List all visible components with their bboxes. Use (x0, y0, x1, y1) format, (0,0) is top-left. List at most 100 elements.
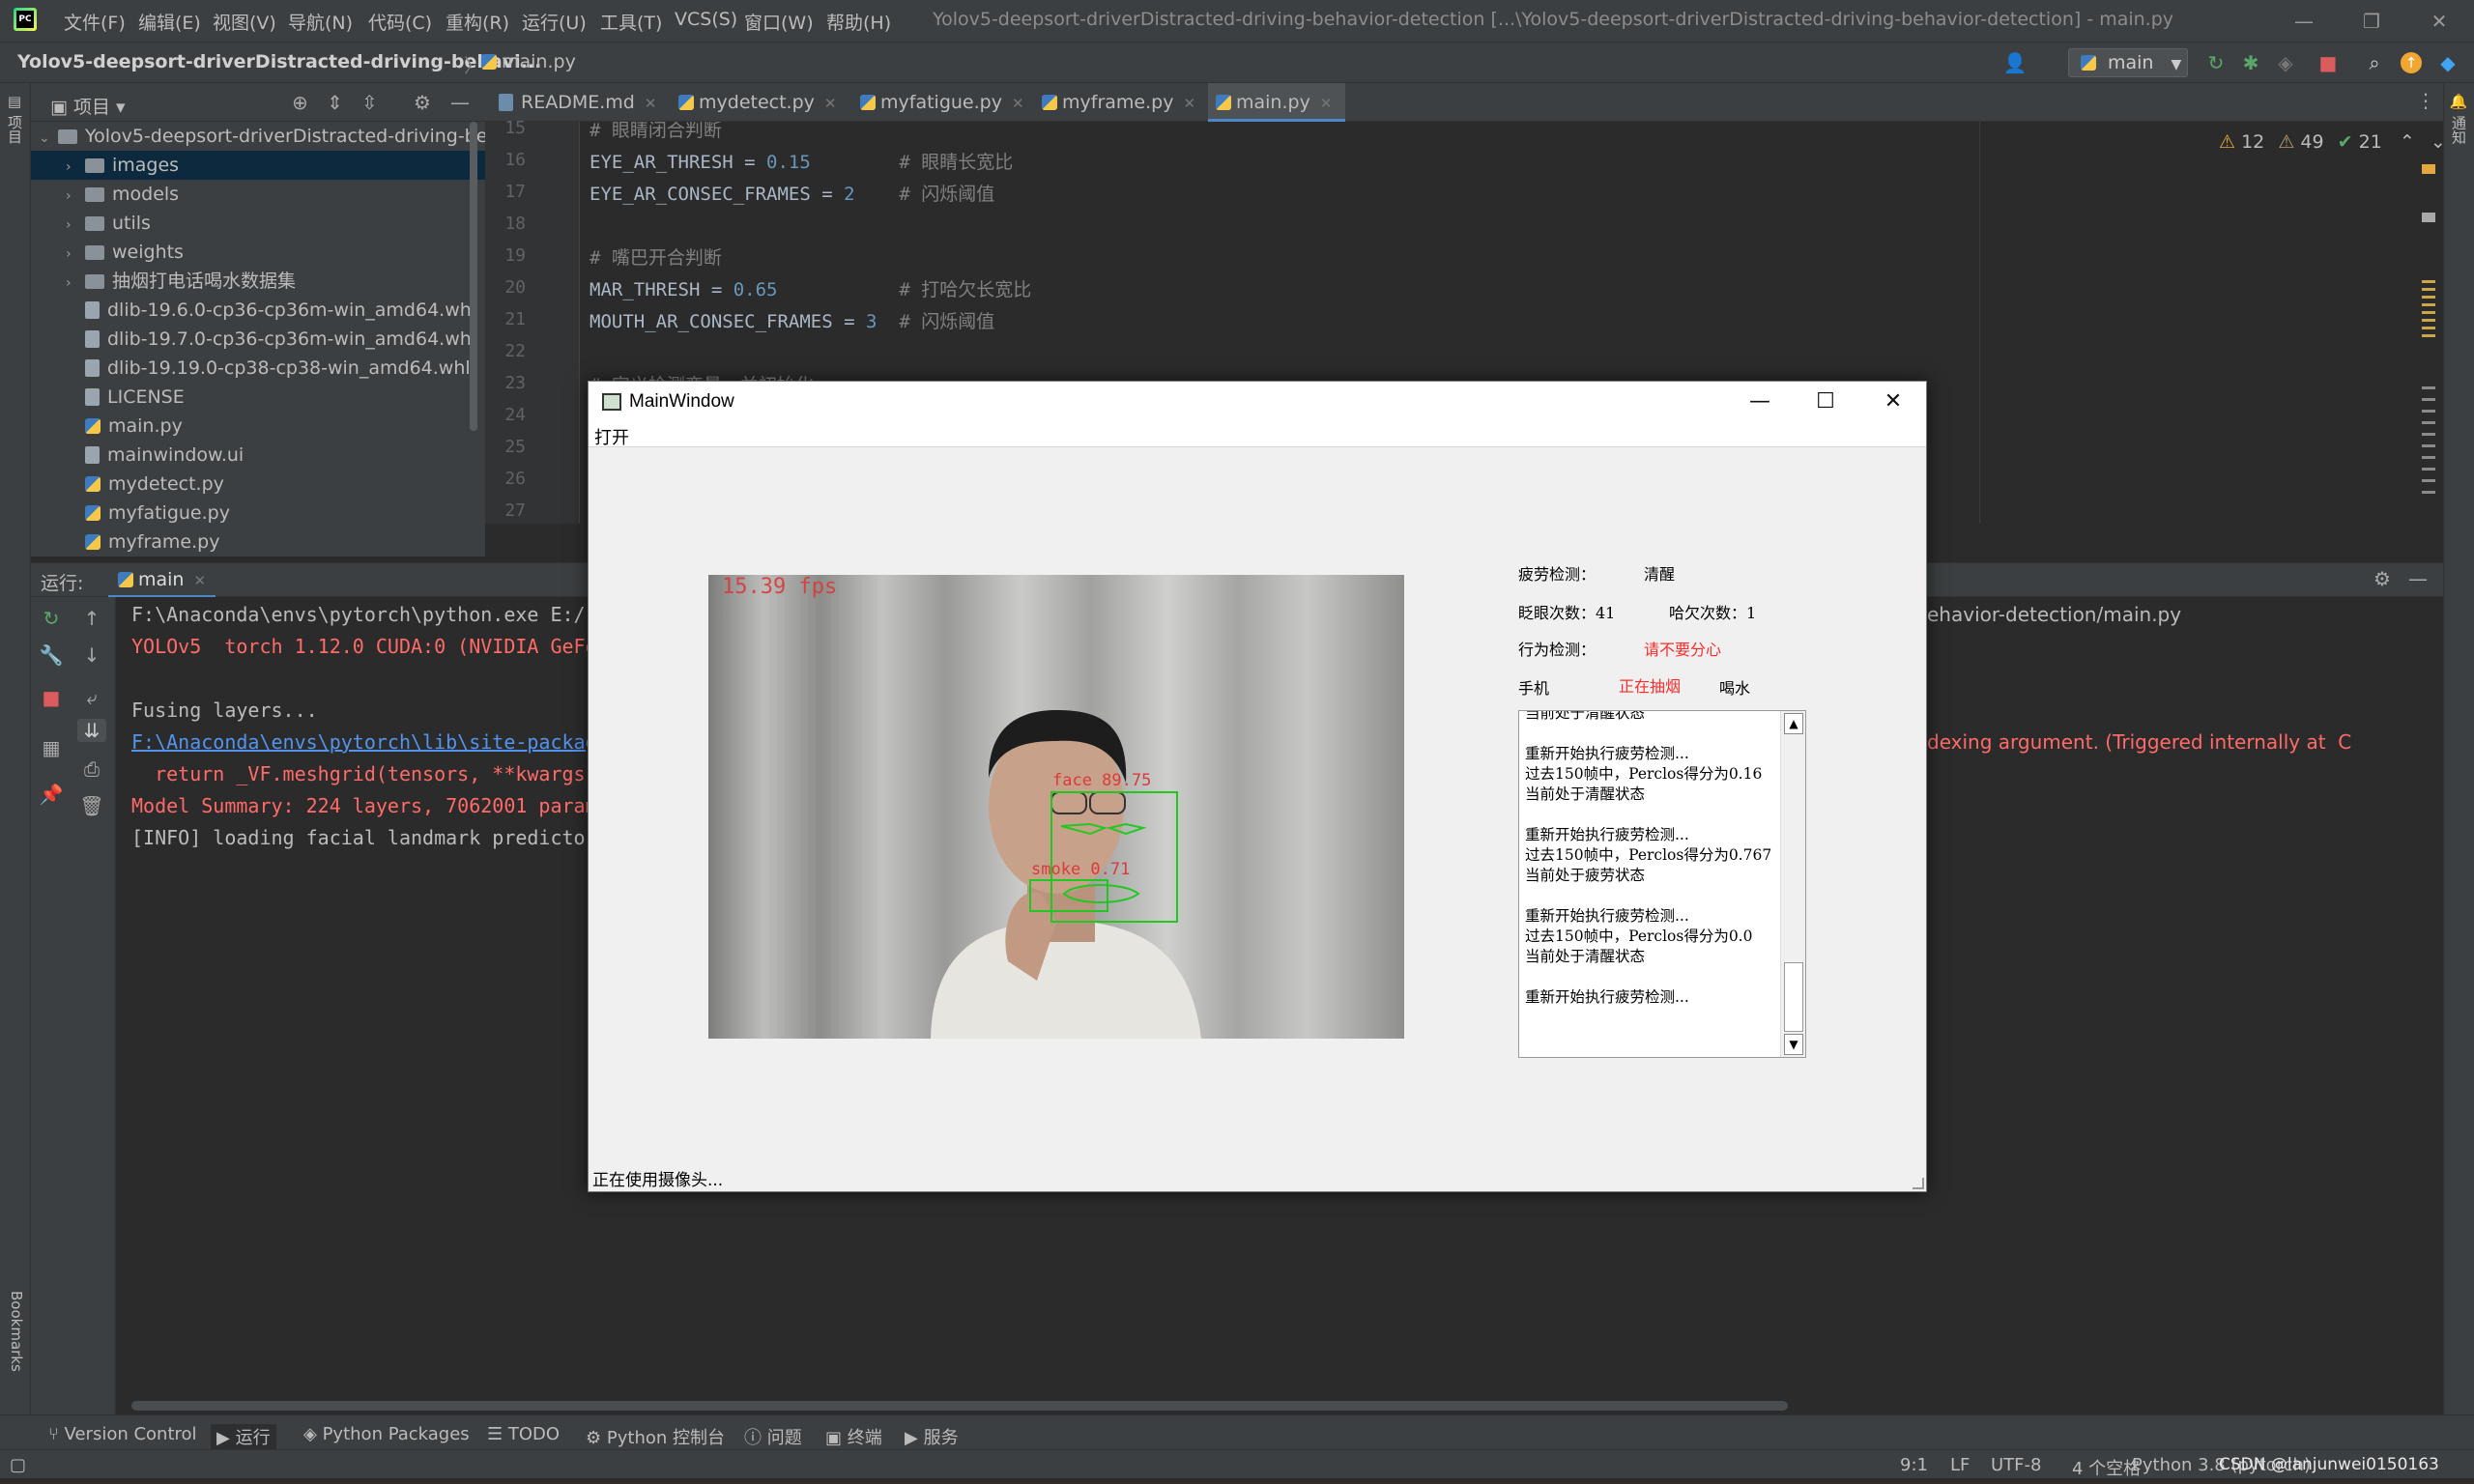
chevron-right-icon[interactable]: › (66, 153, 85, 182)
menu-view[interactable]: 视图(V) (213, 9, 276, 35)
line-separator[interactable]: LF (1950, 1455, 1970, 1475)
tree-item[interactable]: mainwindow.ui (31, 441, 485, 470)
close-tab-icon[interactable]: ✕ (1012, 95, 1024, 112)
tree-item[interactable]: › models (31, 180, 485, 209)
chevron-right-icon[interactable]: › (66, 269, 85, 298)
chevron-right-icon[interactable]: › (66, 182, 85, 211)
qt-titlebar[interactable]: MainWindow — ☐ ✕ (589, 382, 1926, 422)
tab-myframe[interactable]: myframe.py ✕ (1042, 83, 1206, 122)
close-tab-icon[interactable]: ✕ (193, 572, 206, 589)
tree-item[interactable]: myfatigue.py (31, 499, 485, 528)
tree-item[interactable]: dlib-19.19.0-cp38-cp38-win_amd64.whl (31, 354, 485, 383)
tree-scrollbar[interactable] (470, 122, 477, 431)
expand-all-icon[interactable]: ⇕ (327, 91, 343, 114)
chevron-up-icon[interactable]: ⌃ (2400, 131, 2415, 153)
menu-window[interactable]: 窗口(W) (744, 9, 814, 35)
tree-item[interactable]: main.py (31, 412, 485, 441)
console-hscrollbar[interactable] (131, 1401, 1788, 1411)
maximize-icon[interactable]: ☐ (1795, 385, 1856, 418)
todo-button[interactable]: ☰ TODO (487, 1424, 560, 1444)
menu-navigate[interactable]: 导航(N) (288, 9, 353, 35)
rerun-icon[interactable]: ↻ (37, 607, 66, 630)
tree-root[interactable]: ⌄ Yolov5-deepsort-driverDistracted-drivin… (31, 122, 485, 151)
user-icon[interactable]: 👤 (2002, 50, 2028, 75)
restore-icon[interactable]: ❐ (2352, 6, 2391, 37)
tab-readme[interactable]: README.md ✕ (499, 83, 675, 122)
scroll-thumb[interactable] (1784, 962, 1803, 1032)
error-stripe-mark[interactable] (2422, 164, 2435, 174)
tree-item[interactable]: myframe.py (31, 528, 485, 556)
tree-item[interactable]: › 抽烟打电话喝水数据集 (31, 267, 485, 296)
tab-myfatigue[interactable]: myfatigue.py ✕ (860, 83, 1040, 122)
update-icon[interactable]: ↑ (2401, 52, 2422, 73)
bookmarks-tool-button[interactable]: Bookmarks (6, 1291, 25, 1407)
search-icon[interactable]: ⌕ (2362, 50, 2387, 75)
more-tabs-icon[interactable]: ⋮ (2416, 89, 2435, 112)
minimize-icon[interactable]: — (1729, 385, 1791, 418)
stop-icon[interactable]: ■ (2316, 50, 2341, 75)
services-button[interactable]: ▶ 服务 (905, 1424, 959, 1449)
menu-help[interactable]: 帮助(H) (826, 9, 891, 35)
close-icon[interactable]: ✕ (1862, 385, 1924, 418)
close-tab-icon[interactable]: ✕ (1183, 95, 1195, 112)
breadcrumb-project[interactable]: Yolov5-deepsort-driverDistracted-driving… (17, 51, 541, 72)
menu-edit[interactable]: 编辑(E) (138, 9, 201, 35)
gear-icon[interactable]: ⚙ (414, 91, 431, 114)
stop-icon[interactable]: ■ (37, 686, 66, 709)
layout-toggle-icon[interactable]: ▢ (10, 1455, 26, 1475)
menu-refactor[interactable]: 重构(R) (446, 9, 509, 35)
menu-vcs[interactable]: VCS(S) (675, 9, 737, 30)
error-stripe-mark[interactable] (2422, 213, 2435, 222)
wrench-icon[interactable]: 🔧 (37, 643, 66, 667)
resize-grip-icon[interactable] (1913, 1178, 1924, 1189)
problems-button[interactable]: ⓘ 问题 (744, 1424, 802, 1449)
breadcrumb-file[interactable]: main.py (481, 51, 576, 72)
chevron-right-icon[interactable]: › (66, 211, 85, 240)
console-line[interactable]: F:\Anaconda\envs\pytorch\lib\site-packag (131, 730, 597, 754)
caret-position[interactable]: 9:1 (1900, 1455, 1928, 1475)
hide-panel-icon[interactable]: — (450, 91, 470, 114)
jetbrains-icon[interactable]: ◆ (2435, 50, 2460, 75)
tree-item[interactable]: LICENSE (31, 383, 485, 412)
menu-file[interactable]: 文件(F) (64, 9, 126, 35)
project-view-selector[interactable]: ▣ 项目 ▾ (50, 93, 126, 119)
file-encoding[interactable]: UTF-8 (1991, 1455, 2041, 1475)
python-packages-button[interactable]: ◈ Python Packages (303, 1424, 470, 1444)
inspection-widget[interactable]: ⚠ 12 ⚠ 49 ✔ 21 ⌃ ⌄ (2219, 131, 2446, 153)
chevron-down-icon[interactable]: ⌄ (2431, 131, 2446, 153)
scroll-to-end-icon[interactable]: ⇊ (77, 719, 106, 742)
run-tab-main[interactable]: main ✕ (108, 563, 216, 598)
layout-icon[interactable]: ▦ (37, 736, 66, 759)
log-textbox[interactable]: 当前处于清醒状态 重新开始执行疲劳检测... 过去150帧中，Perclos得分… (1518, 710, 1806, 1058)
tree-item[interactable]: › weights (31, 238, 485, 267)
print-icon[interactable]: ⎙ (77, 757, 106, 781)
log-scrollbar[interactable]: ▲ ▼ (1780, 711, 1805, 1057)
minimize-icon[interactable]: — (2285, 6, 2323, 37)
menu-code[interactable]: 代码(C) (368, 9, 432, 35)
gear-icon[interactable]: ⚙ (2373, 567, 2391, 590)
scroll-down-icon[interactable]: ▼ (1784, 1034, 1803, 1055)
indent-setting[interactable]: 4 个空格 (2072, 1455, 2141, 1480)
hide-panel-icon[interactable]: — (2408, 567, 2428, 590)
trash-icon[interactable]: 🗑 (77, 794, 106, 817)
collapse-all-icon[interactable]: ⇳ (361, 91, 378, 114)
soft-wrap-icon[interactable]: ⤶ (77, 686, 106, 709)
tree-item[interactable]: dlib-19.7.0-cp36-cp36m-win_amd64.whl (31, 325, 485, 354)
python-console-button[interactable]: ⚙ Python 控制台 (586, 1424, 725, 1449)
close-tab-icon[interactable]: ✕ (824, 95, 837, 112)
error-stripe-mark[interactable] (2422, 280, 2435, 338)
menu-tools[interactable]: 工具(T) (600, 9, 662, 35)
pin-icon[interactable]: 📌 (37, 783, 66, 806)
tree-item[interactable]: mydetect.py (31, 470, 485, 499)
debug-icon[interactable]: ✱ (2238, 50, 2263, 75)
chevron-right-icon[interactable]: › (66, 240, 85, 269)
tree-item[interactable]: › images (31, 151, 485, 180)
tab-main[interactable]: main.py ✕ (1208, 83, 1345, 122)
arrow-up-icon[interactable]: ↑ (77, 607, 106, 630)
close-tab-icon[interactable]: ✕ (1320, 95, 1333, 112)
run-button[interactable]: ▶ 运行 (211, 1424, 276, 1449)
close-tab-icon[interactable]: ✕ (645, 95, 657, 112)
scroll-up-icon[interactable]: ▲ (1784, 713, 1803, 734)
close-icon[interactable]: ✕ (2420, 6, 2459, 37)
error-stripe-mark[interactable] (2422, 386, 2435, 502)
